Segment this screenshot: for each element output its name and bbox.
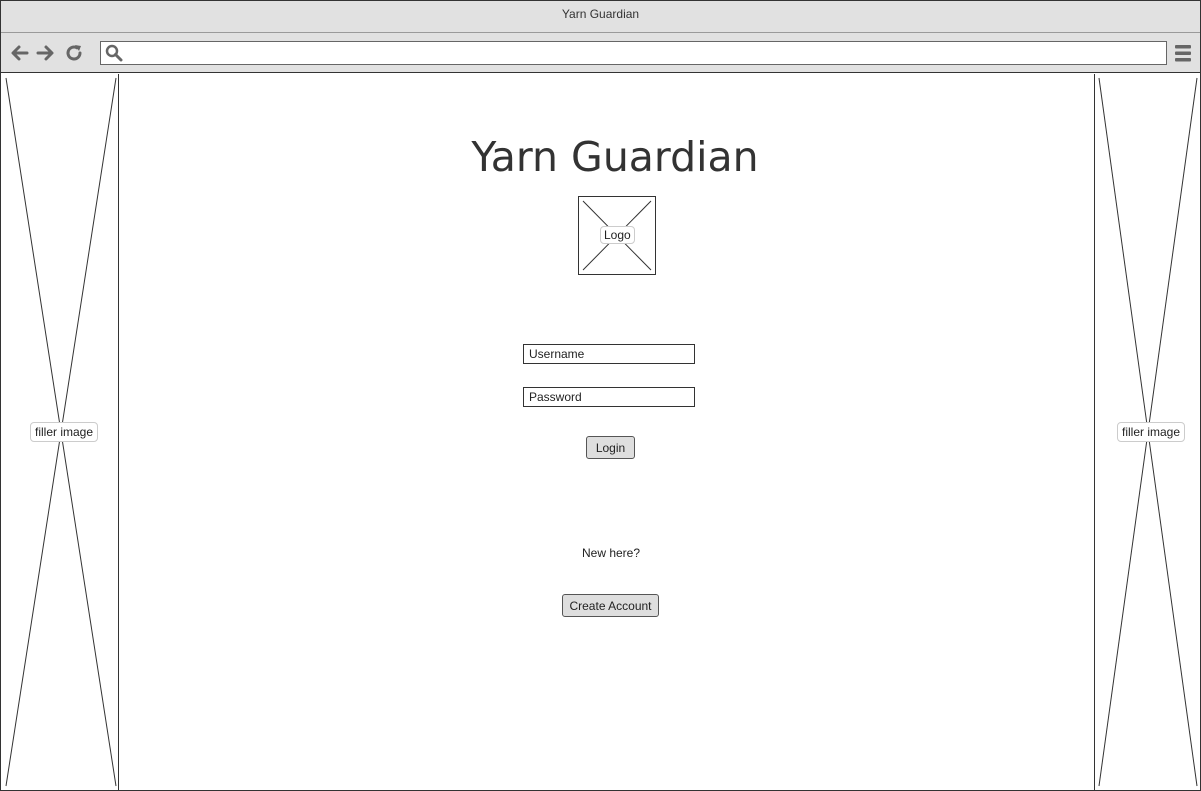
password-input[interactable] <box>523 387 695 407</box>
reload-icon[interactable] <box>63 42 85 64</box>
hamburger-menu-icon[interactable] <box>1174 43 1192 63</box>
back-arrow-icon[interactable] <box>9 42 31 64</box>
username-input[interactable] <box>523 344 695 364</box>
login-button[interactable]: Login <box>586 436 635 459</box>
forward-arrow-icon[interactable] <box>34 42 56 64</box>
url-input[interactable] <box>127 43 1161 63</box>
right-filler-image: filler image <box>1094 74 1200 790</box>
browser-toolbar <box>1 33 1200 73</box>
logo-image: Logo <box>578 196 656 275</box>
right-filler-label: filler image <box>1117 422 1186 442</box>
create-account-button[interactable]: Create Account <box>562 594 659 617</box>
window-titlebar: Yarn Guardian <box>1 1 1200 33</box>
search-icon <box>105 44 123 62</box>
left-filler-image: filler image <box>1 74 119 790</box>
left-filler-label: filler image <box>30 422 99 442</box>
browser-window: Yarn Guardian filler image filler image … <box>0 0 1201 791</box>
address-bar[interactable] <box>100 41 1167 65</box>
window-title: Yarn Guardian <box>561 7 640 21</box>
page-title: Yarn Guardian <box>471 133 759 181</box>
logo-label: Logo <box>600 226 635 244</box>
new-here-text: New here? <box>581 546 641 560</box>
